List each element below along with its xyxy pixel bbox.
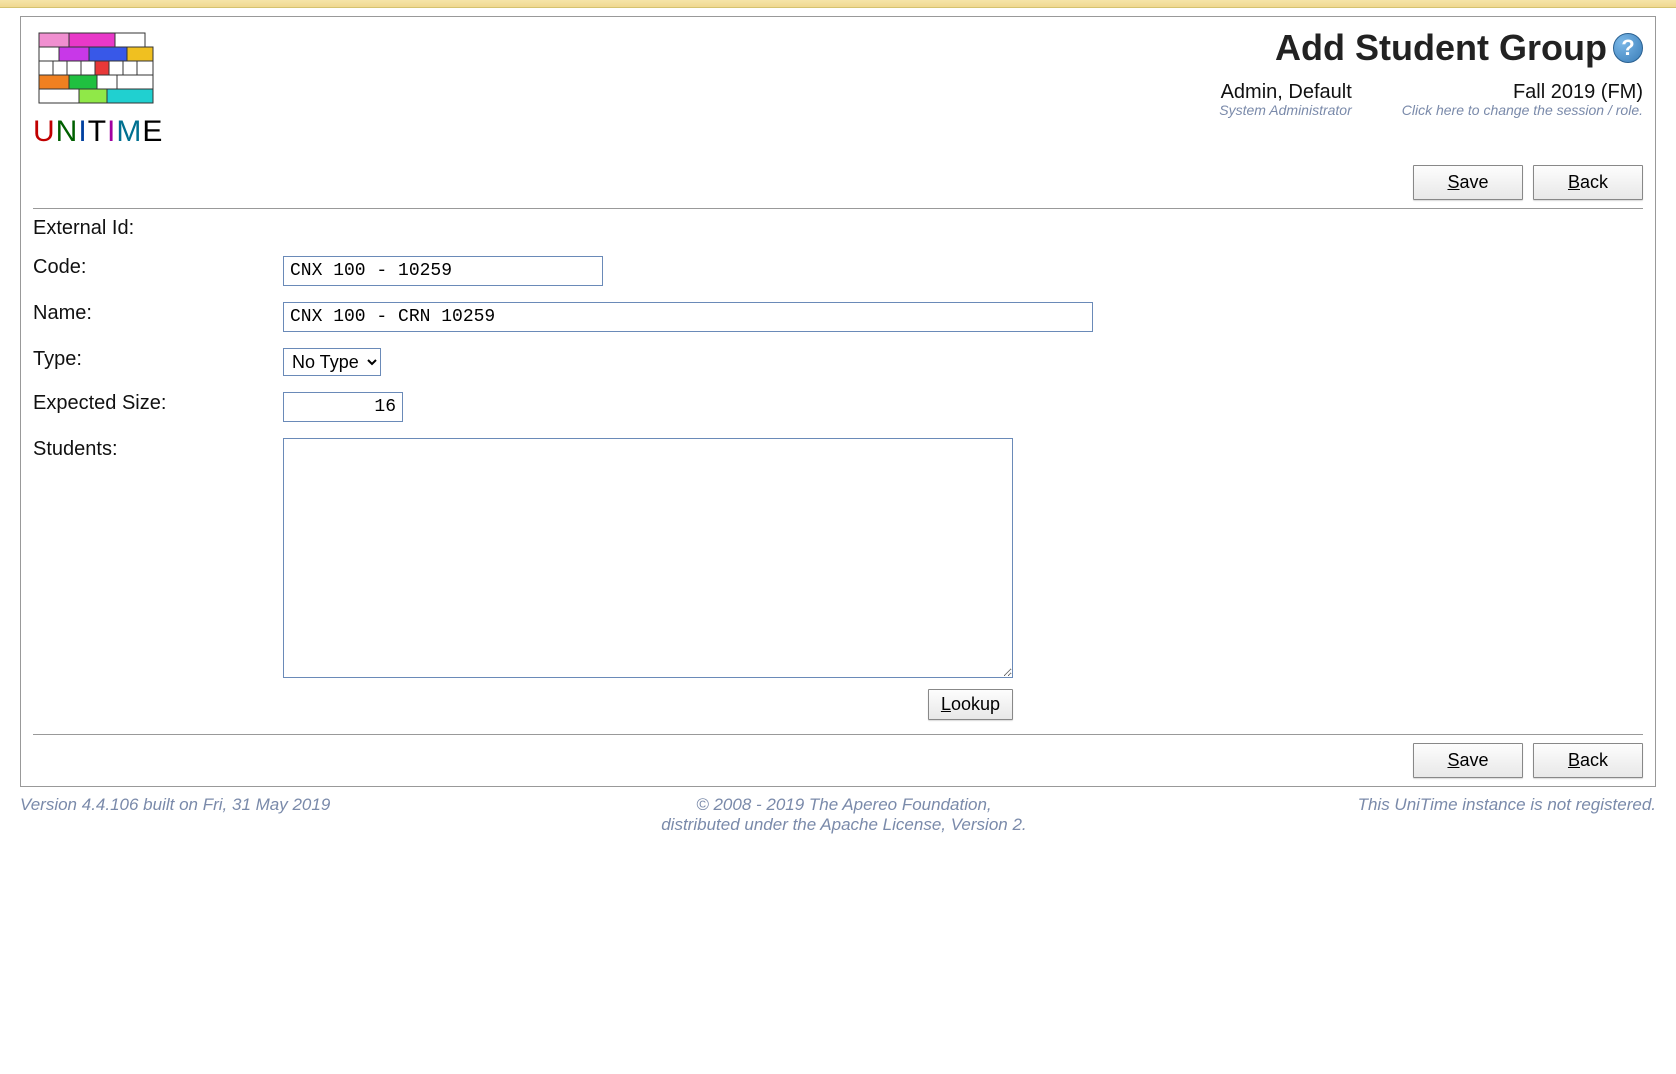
save-button-top[interactable]: Save [1413, 165, 1523, 200]
label-code: Code: [21, 248, 271, 294]
label-students: Students: [21, 430, 271, 734]
label-name: Name: [21, 294, 271, 340]
button-row-top: Save Back [21, 157, 1655, 208]
page-title: Add Student Group [1275, 27, 1607, 69]
page-title-row: Add Student Group ? [1219, 27, 1643, 69]
label-external-id: External Id: [21, 209, 271, 248]
user-role: System Administrator [1219, 102, 1352, 118]
back-button-top[interactable]: Back [1533, 165, 1643, 200]
expected-size-input[interactable] [283, 392, 403, 422]
session-hint: Click here to change the session / role. [1402, 102, 1643, 118]
students-textarea[interactable] [283, 438, 1013, 678]
header-row: UNITIME Add Student Group ? Admin, Defau… [21, 17, 1655, 157]
type-select[interactable]: No Type [283, 348, 381, 376]
back-button-bottom[interactable]: Back [1533, 743, 1643, 778]
session-info-block[interactable]: Fall 2019 (FM) Click here to change the … [1402, 81, 1643, 118]
top-accent-bar [0, 0, 1676, 8]
button-row-bottom: Save Back [21, 735, 1655, 786]
header-info: Admin, Default System Administrator Fall… [1219, 81, 1643, 118]
user-name: Admin, Default [1219, 81, 1352, 104]
logo-text: UNITIME [33, 115, 163, 149]
help-icon[interactable]: ? [1613, 33, 1643, 63]
value-external-id [271, 209, 1655, 248]
logo-area: UNITIME [33, 27, 163, 149]
footer-copyright-line2: distributed under the Apache License, Ve… [661, 815, 1026, 834]
save-label-suffix: ave [1459, 172, 1488, 192]
logo-icon [33, 27, 163, 107]
label-type: Type: [21, 340, 271, 384]
lookup-button[interactable]: Lookup [928, 689, 1013, 720]
footer-registration: This UniTime instance is not registered. [1358, 795, 1656, 835]
lookup-label-suffix: ookup [951, 694, 1000, 714]
session-name: Fall 2019 (FM) [1402, 81, 1643, 104]
code-input[interactable] [283, 256, 603, 286]
footer-copyright-line1: © 2008 - 2019 The Apereo Foundation, [696, 795, 991, 814]
main-container: UNITIME Add Student Group ? Admin, Defau… [20, 16, 1656, 787]
name-input[interactable] [283, 302, 1093, 332]
form-table: External Id: Code: Name: Type: No Type E… [21, 209, 1655, 734]
label-expected-size: Expected Size: [21, 384, 271, 430]
save-button-bottom[interactable]: Save [1413, 743, 1523, 778]
footer-version: Version 4.4.106 built on Fri, 31 May 201… [20, 795, 330, 835]
user-info-block[interactable]: Admin, Default System Administrator [1219, 81, 1352, 118]
footer: Version 4.4.106 built on Fri, 31 May 201… [0, 791, 1676, 855]
footer-copyright: © 2008 - 2019 The Apereo Foundation, dis… [330, 795, 1357, 835]
back-label-suffix: ack [1580, 172, 1608, 192]
header-right: Add Student Group ? Admin, Default Syste… [1219, 27, 1643, 118]
